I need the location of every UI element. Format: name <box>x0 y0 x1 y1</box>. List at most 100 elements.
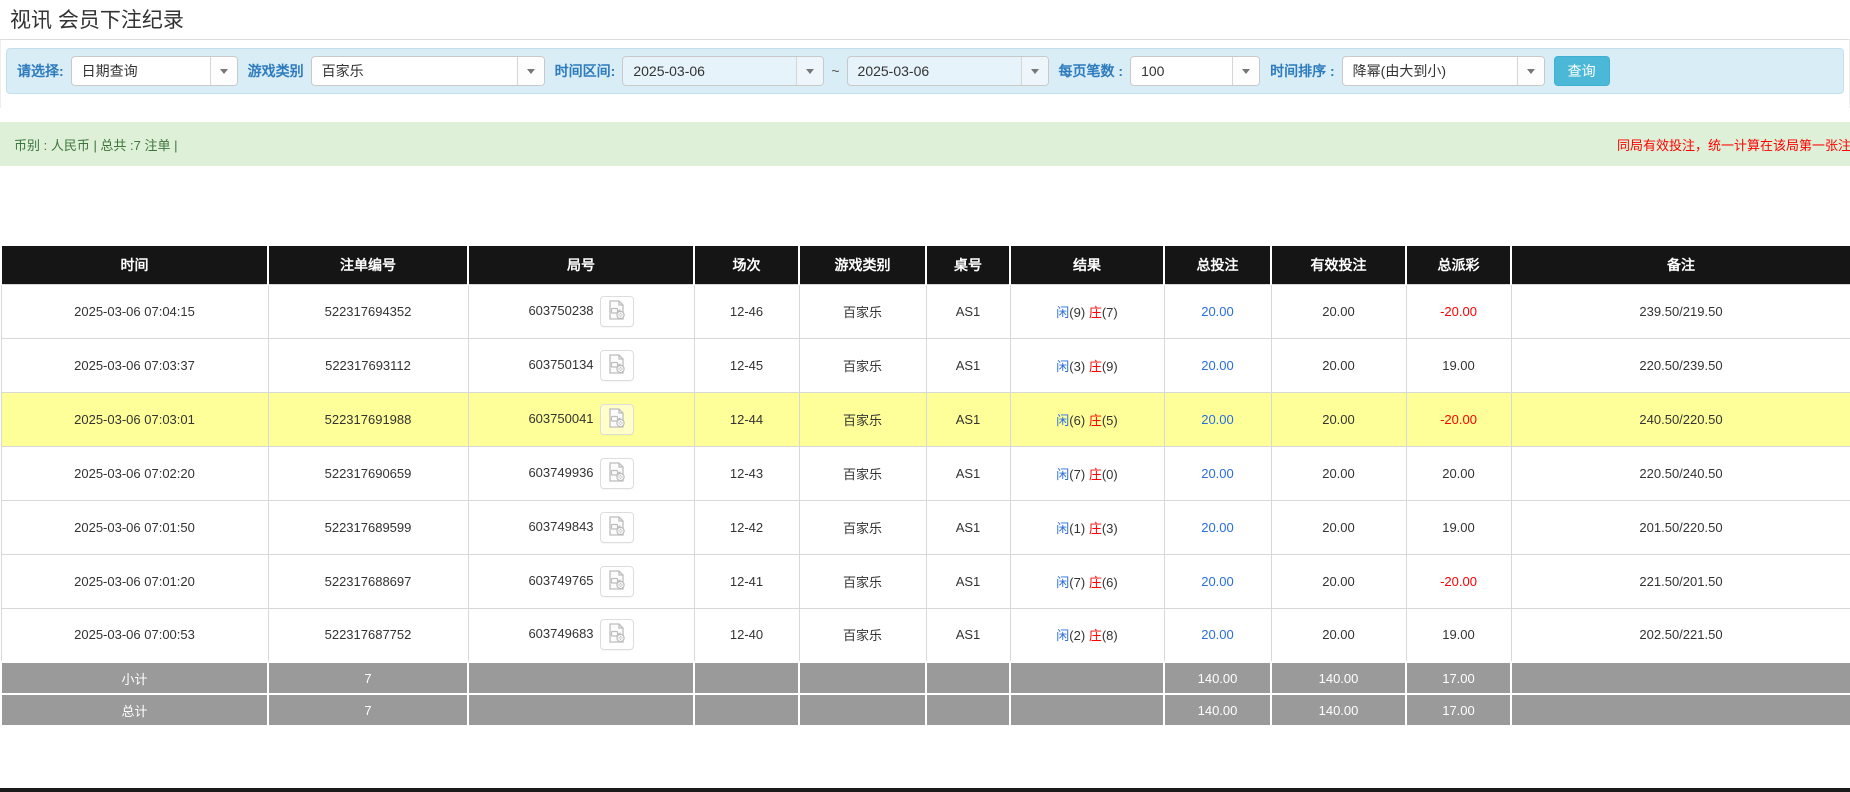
table-row: 2025-03-06 07:00:53522317687752603749683… <box>1 608 1850 662</box>
chevron-down-icon[interactable] <box>517 57 544 85</box>
result-banker-label: 庄 <box>1089 467 1102 482</box>
cell-table-no: AS1 <box>926 284 1010 338</box>
query-button[interactable]: 查询 <box>1554 56 1610 86</box>
chevron-down-icon[interactable] <box>1232 57 1259 85</box>
result-banker-score: (3) <box>1102 521 1118 536</box>
video-file-icon <box>606 461 628 486</box>
summary-bar: 币别 : 人民币 | 总共 :7 注单 | 同局有效投注，统一计算在该局第一张注… <box>0 122 1850 166</box>
summary-empty <box>468 694 694 726</box>
cell-time: 2025-03-06 07:03:37 <box>1 338 268 392</box>
cell-payout: 20.00 <box>1406 446 1511 500</box>
total-bet-link[interactable]: 20.00 <box>1201 627 1234 642</box>
cell-time: 2025-03-06 07:03:01 <box>1 392 268 446</box>
time-sort-value: 降幂(由大到小) <box>1343 57 1517 85</box>
cell-total-bet: 20.00 <box>1164 608 1271 662</box>
total-bet-link[interactable]: 20.00 <box>1201 304 1234 319</box>
result-banker-label: 庄 <box>1089 413 1102 428</box>
cell-time: 2025-03-06 07:02:20 <box>1 446 268 500</box>
cell-game-type: 百家乐 <box>799 284 926 338</box>
result-player-score: (6) <box>1069 413 1085 428</box>
table-row: 2025-03-06 07:01:20522317688697603749765… <box>1 554 1850 608</box>
summary-empty <box>694 694 799 726</box>
result-banker-score: (9) <box>1102 359 1118 374</box>
total-bet-link[interactable]: 20.00 <box>1201 412 1234 427</box>
cell-valid-bet: 20.00 <box>1271 392 1406 446</box>
result-banker-label: 庄 <box>1089 305 1102 320</box>
summary-empty <box>1010 662 1164 694</box>
result-player-label: 闲 <box>1056 413 1069 428</box>
subtotal-row: 小计7140.00140.0017.00 <box>1 662 1850 694</box>
total-bet-link[interactable]: 20.00 <box>1201 466 1234 481</box>
cell-round-id: 603750134 <box>468 338 694 392</box>
summary-empty <box>799 662 926 694</box>
filter-panel: 请选择: 日期查询 游戏类别 百家乐 时间区间: 2025-03-06 ~ 20… <box>0 39 1850 108</box>
video-replay-button[interactable] <box>600 458 634 489</box>
cell-session: 12-40 <box>694 608 799 662</box>
cell-game-type: 百家乐 <box>799 608 926 662</box>
per-page-dropdown[interactable]: 100 <box>1130 56 1260 86</box>
table-row: 2025-03-06 07:03:37522317693112603750134… <box>1 338 1850 392</box>
cell-result: 闲(6) 庄(5) <box>1010 392 1164 446</box>
column-header: 局号 <box>468 246 694 284</box>
chevron-down-icon[interactable] <box>1021 57 1048 85</box>
total-bet-link[interactable]: 20.00 <box>1201 574 1234 589</box>
cell-session: 12-46 <box>694 284 799 338</box>
cell-valid-bet: 20.00 <box>1271 338 1406 392</box>
total-bet-link[interactable]: 20.00 <box>1201 520 1234 535</box>
video-replay-button[interactable] <box>600 350 634 381</box>
game-type-value: 百家乐 <box>312 57 517 85</box>
video-replay-button[interactable] <box>600 404 634 435</box>
cell-result: 闲(1) 庄(3) <box>1010 500 1164 554</box>
round-id-text: 603749936 <box>528 464 593 479</box>
chevron-down-icon[interactable] <box>796 57 823 85</box>
total-bet-link[interactable]: 20.00 <box>1201 358 1234 373</box>
result-banker-score: (5) <box>1102 413 1118 428</box>
bet-records-table: 时间注单编号局号场次游戏类别桌号结果总投注有效投注总派彩备注 2025-03-0… <box>0 246 1850 727</box>
round-id-text: 603750041 <box>528 410 593 425</box>
video-replay-button[interactable] <box>600 512 634 543</box>
chevron-down-icon[interactable] <box>1517 57 1544 85</box>
result-player-label: 闲 <box>1056 467 1069 482</box>
per-page-value: 100 <box>1131 57 1232 85</box>
result-player-label: 闲 <box>1056 628 1069 643</box>
select-type-label: 请选择: <box>17 61 64 81</box>
summary-empty <box>926 694 1010 726</box>
summary-empty <box>694 662 799 694</box>
video-replay-button[interactable] <box>600 619 634 650</box>
cell-game-type: 百家乐 <box>799 338 926 392</box>
column-header: 注单编号 <box>268 246 468 284</box>
per-page-label: 每页笔数 : <box>1059 61 1124 81</box>
cell-game-type: 百家乐 <box>799 446 926 500</box>
time-range-label: 时间区间: <box>555 61 616 81</box>
chevron-down-icon[interactable] <box>210 57 237 85</box>
column-header: 场次 <box>694 246 799 284</box>
query-type-dropdown[interactable]: 日期查询 <box>71 56 238 86</box>
cell-round-id: 603749843 <box>468 500 694 554</box>
column-header: 时间 <box>1 246 268 284</box>
column-header: 总投注 <box>1164 246 1271 284</box>
round-id-text: 603749843 <box>528 518 593 533</box>
game-type-dropdown[interactable]: 百家乐 <box>311 56 545 86</box>
column-header: 总派彩 <box>1406 246 1511 284</box>
cell-table-no: AS1 <box>926 608 1010 662</box>
cell-bet-id: 522317689599 <box>268 500 468 554</box>
table-row: 2025-03-06 07:02:20522317690659603749936… <box>1 446 1850 500</box>
cell-table-no: AS1 <box>926 500 1010 554</box>
table-row: 2025-03-06 07:04:15522317694352603750238… <box>1 284 1850 338</box>
round-id-text: 603749765 <box>528 572 593 587</box>
query-type-value: 日期查询 <box>72 57 210 85</box>
summary-empty <box>1010 694 1164 726</box>
video-replay-button[interactable] <box>600 566 634 597</box>
date-from-picker[interactable]: 2025-03-06 <box>622 56 824 86</box>
summary-empty <box>1511 694 1850 726</box>
cell-session: 12-41 <box>694 554 799 608</box>
cell-valid-bet: 20.00 <box>1271 446 1406 500</box>
date-to-picker[interactable]: 2025-03-06 <box>847 56 1049 86</box>
cell-result: 闲(7) 庄(0) <box>1010 446 1164 500</box>
time-sort-dropdown[interactable]: 降幂(由大到小) <box>1342 56 1545 86</box>
cell-table-no: AS1 <box>926 392 1010 446</box>
cell-bet-id: 522317687752 <box>268 608 468 662</box>
video-replay-button[interactable] <box>600 296 634 327</box>
video-file-icon <box>606 515 628 540</box>
cell-session: 12-44 <box>694 392 799 446</box>
